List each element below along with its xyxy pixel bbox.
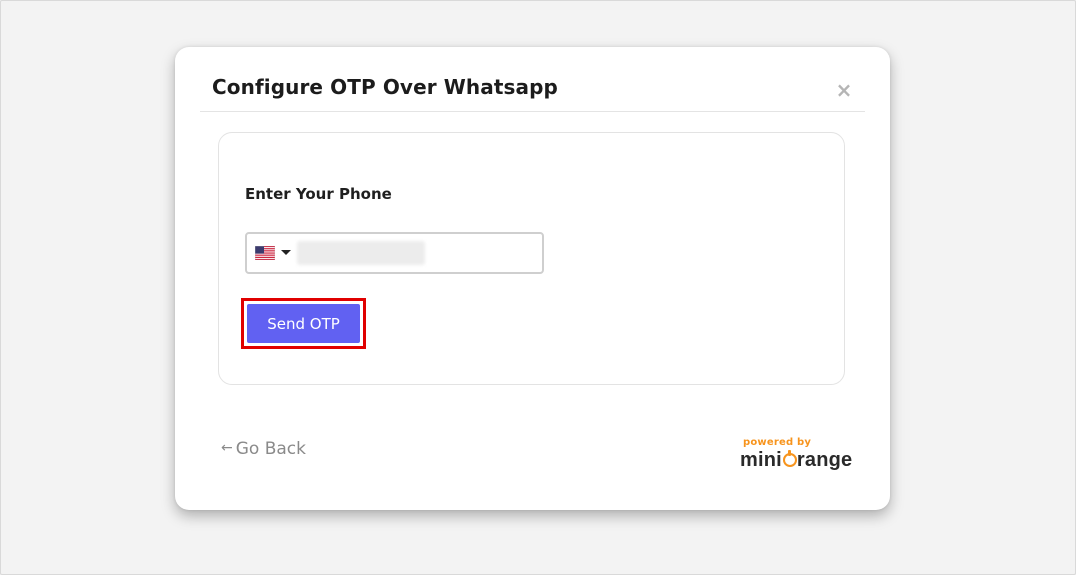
orange-o-icon (782, 450, 797, 467)
phone-input[interactable] (297, 239, 541, 269)
country-selector[interactable] (255, 245, 293, 263)
close-icon[interactable]: × (833, 79, 855, 101)
caret-down-icon (281, 250, 291, 255)
phone-input-container (245, 232, 544, 274)
phone-label: Enter Your Phone (245, 185, 392, 203)
arrow-left-icon: ← (221, 440, 233, 456)
configure-otp-modal: Configure OTP Over Whatsapp × Enter Your… (175, 47, 890, 510)
flag-us-icon (255, 246, 275, 260)
modal-title: Configure OTP Over Whatsapp (212, 75, 558, 99)
send-otp-highlight: Send OTP (241, 298, 366, 349)
header-divider (200, 111, 865, 112)
brand-name-prefix: mini (740, 449, 782, 471)
go-back-label: Go Back (235, 439, 306, 459)
brand-name-suffix: range (796, 449, 853, 471)
miniorange-logo: powered by mini range (735, 437, 855, 477)
brand-name: mini range (740, 449, 852, 472)
send-otp-button[interactable]: Send OTP (247, 304, 360, 343)
phone-form-card: Enter Your Phone Send OTP (218, 132, 845, 385)
powered-by-text: powered by (743, 437, 812, 448)
go-back-link[interactable]: ← Go Back (221, 439, 306, 459)
